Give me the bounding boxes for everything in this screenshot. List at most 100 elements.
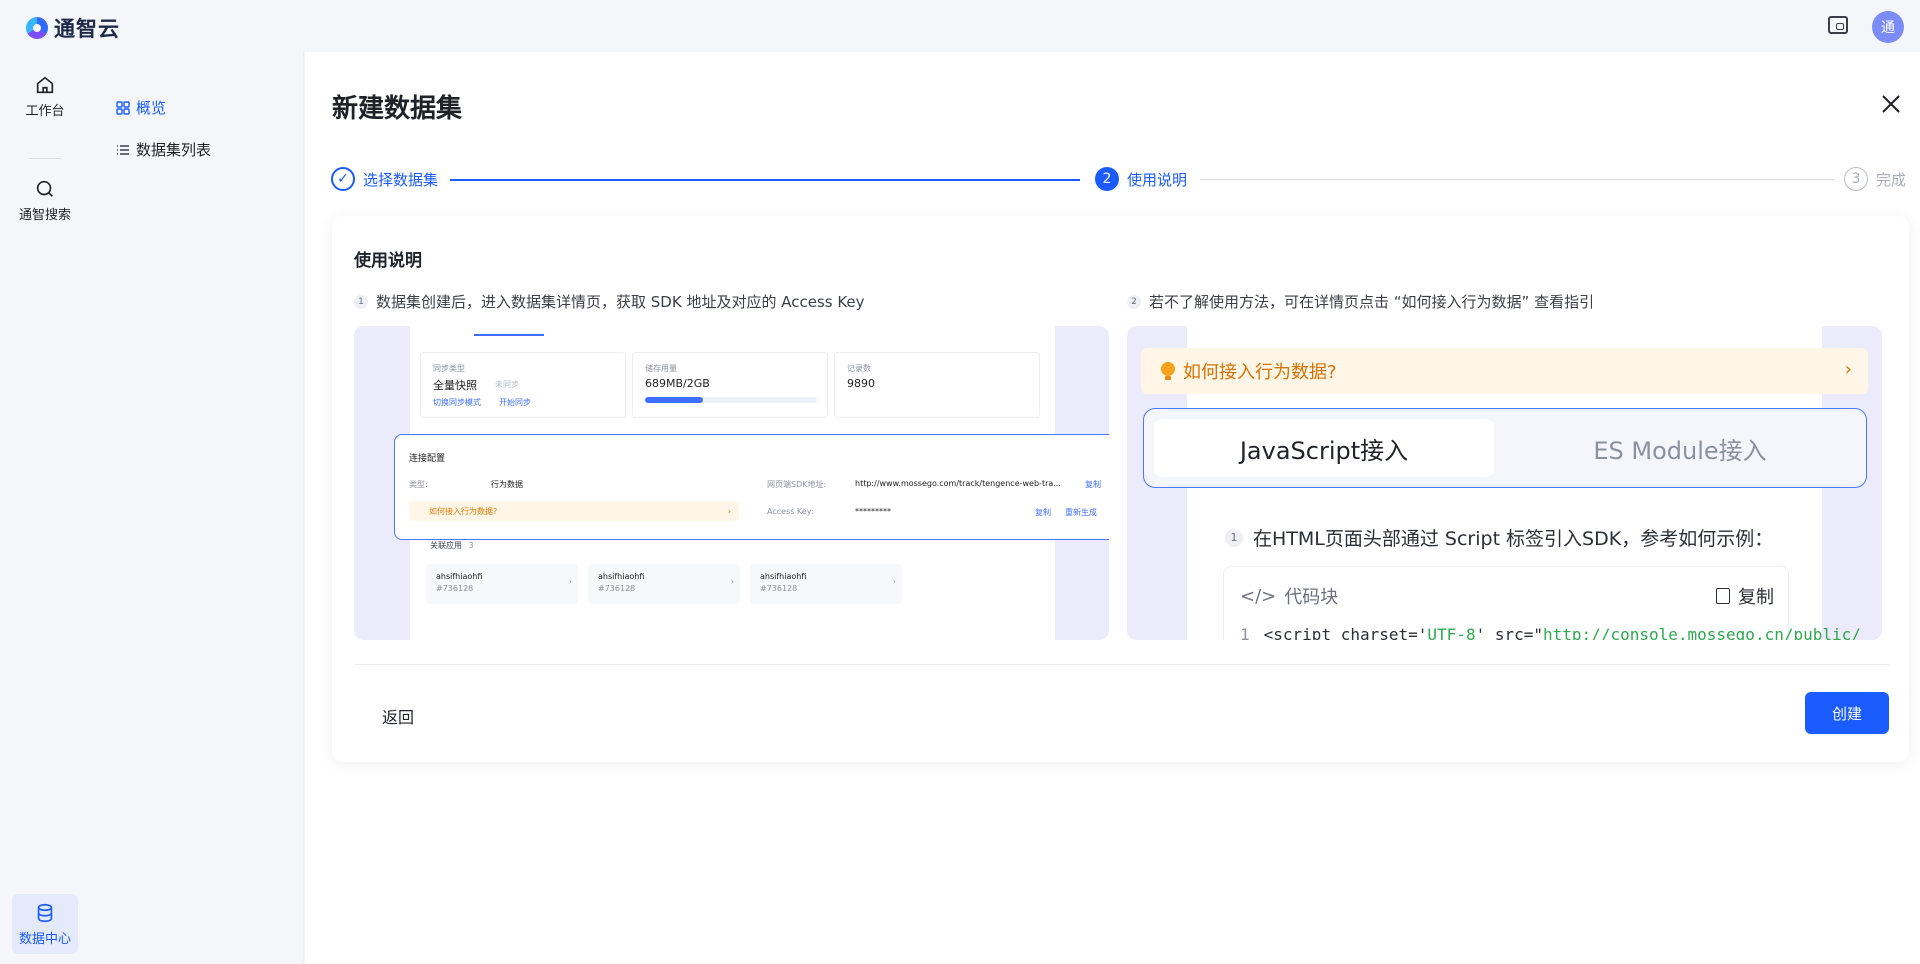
step-number: 1 bbox=[1225, 528, 1243, 547]
sdk-value: http://www.mossego.com/track/tengence-we… bbox=[855, 479, 1061, 488]
code-token: <script charset=' bbox=[1263, 625, 1428, 640]
line-number: 1 bbox=[1240, 625, 1250, 640]
app-id: #736128 bbox=[760, 584, 798, 593]
back-button[interactable]: 返回 bbox=[382, 704, 414, 728]
close-icon[interactable] bbox=[1877, 90, 1905, 118]
avatar[interactable]: 通 bbox=[1872, 11, 1904, 43]
integration-tabs: JavaScript接入 ES Module接入 bbox=[1143, 408, 1867, 488]
app-id: #736128 bbox=[436, 584, 474, 593]
main-content: 新建数据集 ✓ 选择数据集 2 使用说明 3 完成 使用说明 1 数据集创建后，… bbox=[305, 52, 1920, 964]
switch-mode-link: 切换同步模式 bbox=[433, 398, 481, 407]
storage-progress-fill bbox=[645, 397, 704, 403]
access-key-label: Access Key: bbox=[767, 507, 814, 516]
storage-value: 689MB/2GB bbox=[645, 377, 710, 390]
sync-type-label: 同步类型 bbox=[433, 364, 465, 373]
search-icon bbox=[36, 180, 53, 197]
logo-mark-icon bbox=[26, 17, 48, 39]
apps-title-text: 关联应用 bbox=[430, 541, 462, 550]
code-token: UTF-8 bbox=[1427, 625, 1476, 640]
storage-box: 储存用量 689MB/2GB bbox=[632, 352, 828, 418]
top-bar: 通智云 通 bbox=[0, 0, 1920, 52]
connect-title: 连接配置 bbox=[409, 454, 446, 464]
sdk-label: 网页端SDK地址: bbox=[767, 480, 827, 489]
records-label: 记录数 bbox=[847, 364, 871, 373]
apps-title: 关联应用 3 bbox=[430, 540, 474, 551]
app-name: ahsifhiaohfi bbox=[760, 572, 807, 581]
tip-text: 数据集创建后，进入数据集详情页，获取 SDK 地址及对应的 Access Key bbox=[376, 293, 865, 311]
step-number: 2 bbox=[1095, 167, 1119, 191]
rail-divider bbox=[29, 158, 61, 159]
chevron-right-icon: › bbox=[1844, 359, 1852, 380]
step-label: 选择数据集 bbox=[363, 170, 439, 189]
list-icon bbox=[117, 144, 129, 155]
code-icon: </> bbox=[1240, 585, 1277, 607]
rail-item-data-center[interactable]: 数据中心 bbox=[12, 894, 78, 954]
app-name: ahsifhiaohfi bbox=[598, 572, 645, 581]
step-connector bbox=[450, 179, 1080, 181]
banner-text: 如何接入行为数据? bbox=[1183, 362, 1337, 383]
type-value: 行为数据 bbox=[491, 480, 523, 489]
sync-type-value: 全量快照 bbox=[433, 379, 477, 392]
wallet-icon[interactable] bbox=[1828, 16, 1848, 34]
instructions-card: 使用说明 1 数据集创建后，进入数据集详情页，获取 SDK 地址及对应的 Acc… bbox=[332, 216, 1909, 762]
sub-nav: 概览 数据集列表 bbox=[90, 52, 304, 964]
integration-guide-preview: 如何接入行为数据? › JavaScript接入 ES Module接入 1 在… bbox=[1127, 326, 1882, 640]
step-text: 在HTML页面头部通过 Script 标签引入SDK，参考如何示例： bbox=[1253, 528, 1774, 550]
step-label: 完成 bbox=[1876, 170, 1907, 189]
check-icon: ✓ bbox=[331, 167, 355, 191]
app-name: 通智云 bbox=[54, 17, 120, 41]
tip-number: 2 bbox=[1127, 294, 1141, 309]
card-divider bbox=[354, 664, 1889, 665]
tab-underline bbox=[474, 334, 544, 336]
grid-icon bbox=[116, 100, 130, 115]
step-label: 使用说明 bbox=[1127, 170, 1188, 189]
copy-label: 复制 bbox=[1738, 587, 1774, 608]
chevron-right-icon: › bbox=[892, 577, 896, 586]
tab-javascript: JavaScript接入 bbox=[1154, 419, 1494, 477]
subnav-item-dataset-list[interactable]: 数据集列表 bbox=[116, 139, 211, 160]
subnav-item-label: 概览 bbox=[136, 99, 167, 117]
access-key-value: ********* bbox=[855, 507, 891, 516]
copy-link: 复制 bbox=[1035, 508, 1051, 517]
rail-item-search[interactable]: 通智搜索 bbox=[0, 178, 90, 223]
rail-item-label: 数据中心 bbox=[18, 932, 71, 947]
chevron-right-icon: › bbox=[568, 577, 572, 586]
storage-progress bbox=[645, 397, 817, 403]
connection-config: 连接配置 类型: 行为数据 网页端SDK地址: http://www.mosse… bbox=[394, 434, 1109, 540]
tip-1: 1 数据集创建后，进入数据集详情页，获取 SDK 地址及对应的 Access K… bbox=[354, 291, 865, 312]
rail-item-workbench[interactable]: 工作台 bbox=[0, 74, 90, 119]
create-button[interactable]: 创建 bbox=[1805, 692, 1889, 734]
howto-banner: 如何接入行为数据? › bbox=[1141, 348, 1868, 394]
database-icon bbox=[37, 903, 53, 923]
home-icon bbox=[36, 76, 54, 94]
app-id: #736128 bbox=[598, 584, 636, 593]
guide-step: 1 在HTML页面头部通过 Script 标签引入SDK，参考如何示例： bbox=[1225, 524, 1773, 551]
step-number: 3 bbox=[1844, 167, 1868, 191]
code-block: </> 代码块 复制 1 <script charset='UTF-8' src=… bbox=[1223, 566, 1861, 640]
howto-text: 如何接入行为数据? bbox=[429, 506, 498, 516]
tab-es-module: ES Module接入 bbox=[1593, 436, 1767, 465]
code-title: 代码块 bbox=[1284, 587, 1339, 608]
rail-item-label: 通智搜索 bbox=[18, 208, 71, 223]
tip-2: 2 若不了解使用方法，可在详情页点击 “如何接入行为数据” 查看指引 bbox=[1127, 291, 1594, 312]
copy-icon bbox=[1716, 588, 1730, 604]
chevron-right-icon: › bbox=[730, 577, 734, 586]
subnav-item-overview[interactable]: 概览 bbox=[116, 97, 166, 118]
code-line: 1 <script charset='UTF-8' src="http://con… bbox=[1240, 625, 1861, 640]
howto-banner: 如何接入行为数据? › bbox=[409, 501, 739, 521]
code-header: </> 代码块 bbox=[1240, 583, 1338, 609]
type-label: 类型: bbox=[409, 480, 428, 489]
apps-count: 3 bbox=[468, 541, 474, 550]
page-title: 新建数据集 bbox=[332, 94, 463, 124]
app-item: ahsifhiaohfi #736128 › bbox=[588, 564, 740, 604]
tip-number: 1 bbox=[354, 294, 368, 309]
start-sync-link: 开始同步 bbox=[499, 398, 531, 407]
storage-label: 储存用量 bbox=[645, 364, 677, 373]
code-token: ' src=" bbox=[1475, 625, 1544, 640]
copy-link: 复制 bbox=[1085, 480, 1101, 489]
app-item: ahsifhiaohfi #736128 › bbox=[426, 564, 578, 604]
records-value: 9890 bbox=[847, 377, 875, 390]
rail-item-label: 工作台 bbox=[25, 104, 65, 119]
subnav-item-label: 数据集列表 bbox=[136, 141, 212, 159]
logo[interactable]: 通智云 bbox=[26, 13, 120, 43]
